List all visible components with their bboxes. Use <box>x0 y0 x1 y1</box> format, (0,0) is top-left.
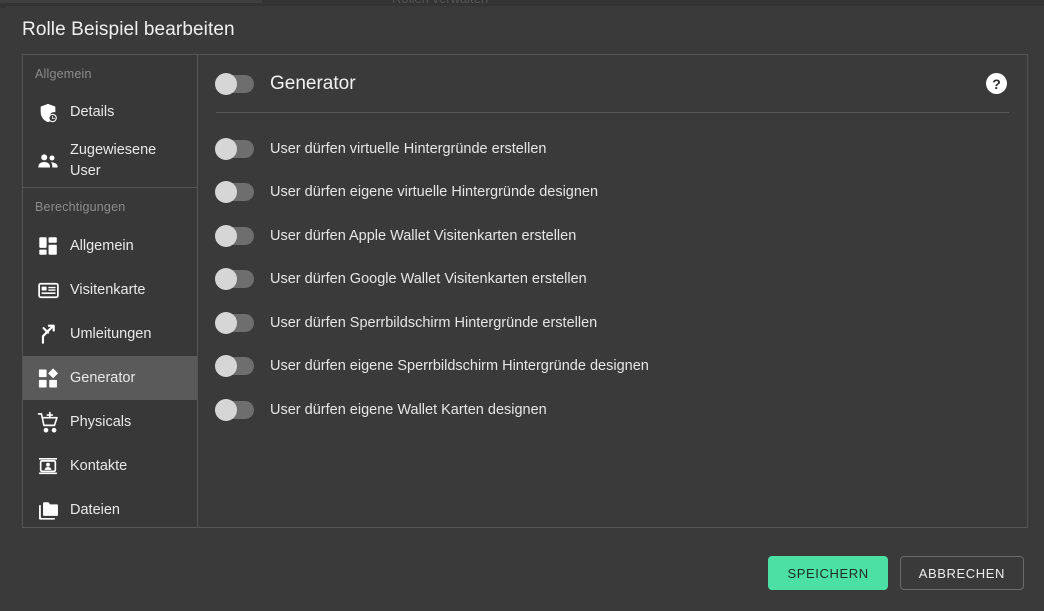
save-button[interactable]: SPEICHERN <box>768 556 888 590</box>
shield-clock-icon <box>26 102 70 124</box>
permission-toggle[interactable] <box>215 311 254 334</box>
permission-label: User dürfen eigene Sperrbildschirm Hinte… <box>270 358 649 375</box>
page-title: Rolle Beispiel bearbeiten <box>22 19 235 40</box>
master-toggle-generator[interactable] <box>215 72 254 95</box>
permission-toggle[interactable] <box>215 137 254 160</box>
toggle-knob <box>215 355 237 378</box>
cancel-button[interactable]: ABBRECHEN <box>899 556 1024 590</box>
sidebar-item-label: Allgemein <box>70 237 134 254</box>
question-mark-icon[interactable]: ? <box>986 73 1007 94</box>
dialog-footer: SPEICHERN ABBRECHEN <box>6 535 1044 611</box>
permission-row: User dürfen Apple Wallet Visitenkarten e… <box>215 214 1009 258</box>
sidebar-group-label: Berechtigungen <box>35 200 126 215</box>
sidebar-group-label: Allgemein <box>35 67 92 81</box>
permission-row: User dürfen Google Wallet Visitenkarten … <box>215 258 1009 302</box>
permission-label: User dürfen Sperrbildschirm Hintergründe… <box>270 314 598 331</box>
sidebar-item-label: Zugewiesene User <box>70 142 157 180</box>
dialog-body: Allgemein Details Zugewiesene User Berechti… <box>6 54 1044 528</box>
cart-plus-icon <box>26 411 70 434</box>
sidebar-item-umleitungen[interactable]: Umleitungen <box>23 312 197 356</box>
permission-row: User dürfen virtuelle Hintergründe erste… <box>215 127 1009 171</box>
panel-title: Generator <box>270 72 356 94</box>
permission-toggle[interactable] <box>215 355 254 378</box>
sidebar-item-label: Dateien <box>70 501 120 518</box>
permission-label: User dürfen Google Wallet Visitenkarten … <box>270 271 587 288</box>
toggle-knob <box>215 72 237 95</box>
sidebar-item-generator[interactable]: Generator <box>23 356 197 401</box>
main-panel: Generator ? User dürfen virtuelle Hinter… <box>197 54 1028 528</box>
sidebar: Allgemein Details Zugewiesene User Berechti… <box>22 54 197 528</box>
background-bar <box>0 0 262 3</box>
permission-toggle[interactable] <box>215 398 254 421</box>
users-icon <box>26 149 70 173</box>
dashboard-grid-icon <box>26 235 70 257</box>
sidebar-group: Berechtigungen Allgemein Visitenkarte Umlei… <box>23 187 197 527</box>
sidebar-item-label: Generator <box>70 369 136 386</box>
permission-row: User dürfen eigene Wallet Karten designe… <box>215 388 1009 432</box>
sidebar-item-visitenkarte[interactable]: Visitenkarte <box>23 268 197 312</box>
sidebar-item-physicals[interactable]: Physicals <box>23 400 197 444</box>
sidebar-item-details[interactable]: Details <box>23 91 197 135</box>
sidebar-item-label: Kontakte <box>70 457 128 474</box>
sidebar-item-dateien[interactable]: Dateien <box>23 488 197 527</box>
permission-label: User dürfen eigene Wallet Karten designe… <box>270 401 547 418</box>
sidebar-item-label: Umleitungen <box>70 325 152 342</box>
contact-card-icon <box>26 455 70 477</box>
toggle-knob <box>215 311 237 334</box>
permissions-list: User dürfen virtuelle Hintergründe erste… <box>215 113 1009 432</box>
panel-header: Generator ? <box>215 55 1009 113</box>
permission-row: User dürfen Sperrbildschirm Hintergründe… <box>215 301 1009 345</box>
toggle-knob <box>215 398 237 421</box>
sidebar-item-zugewiesene-user[interactable]: Zugewiesene User <box>23 135 197 187</box>
dialog-header: Rolle Beispiel bearbeiten <box>6 6 1044 54</box>
sidebar-item-label: Visitenkarte <box>70 281 146 298</box>
permission-toggle[interactable] <box>215 224 254 247</box>
permission-row: User dürfen eigene virtuelle Hintergründ… <box>215 171 1009 215</box>
toggle-knob <box>215 137 237 160</box>
toggle-knob <box>215 268 237 291</box>
toggle-knob <box>215 181 237 204</box>
business-card-icon <box>26 279 70 302</box>
permission-label: User dürfen eigene virtuelle Hintergründ… <box>270 184 599 201</box>
sidebar-item-kontakte[interactable]: Kontakte <box>23 444 197 488</box>
toggle-knob <box>215 224 237 247</box>
permission-toggle[interactable] <box>215 268 254 291</box>
generator-shapes-icon <box>26 367 70 390</box>
permission-toggle[interactable] <box>215 181 254 204</box>
permission-row: User dürfen eigene Sperrbildschirm Hinte… <box>215 345 1009 389</box>
sidebar-item-label: Physicals <box>70 413 132 430</box>
sidebar-item-label: Details <box>70 104 115 121</box>
branch-arrow-icon <box>26 323 70 345</box>
sidebar-item-allgemein[interactable]: Allgemein <box>23 224 197 268</box>
edit-role-dialog: Rolle Beispiel bearbeiten Allgemein Detai… <box>6 6 1044 611</box>
folder-stack-icon <box>26 499 70 522</box>
sidebar-group: Allgemein Details Zugewiesene User <box>23 55 197 187</box>
permission-label: User dürfen virtuelle Hintergründe erste… <box>270 140 547 157</box>
permission-label: User dürfen Apple Wallet Visitenkarten e… <box>270 227 577 244</box>
